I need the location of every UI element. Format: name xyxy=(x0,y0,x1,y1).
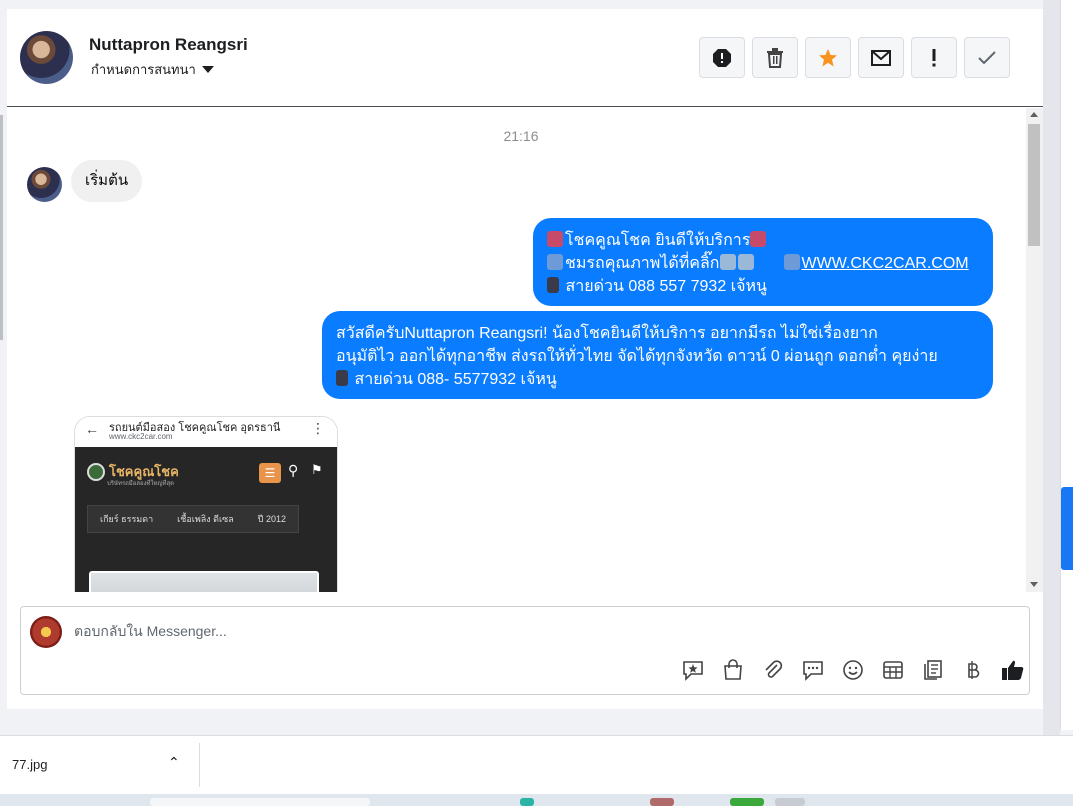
taskbar-app-icon[interactable] xyxy=(730,798,764,806)
left-edge xyxy=(0,115,3,340)
menu-icon: ☰ xyxy=(259,463,281,483)
play-emoji-icon xyxy=(547,254,563,270)
scroll-down-icon[interactable] xyxy=(1030,582,1038,587)
saved-reply-icon xyxy=(682,661,703,681)
message-scrollbar[interactable] xyxy=(1026,108,1043,592)
mark-done-button[interactable] xyxy=(964,37,1010,78)
spec-year: ปี 2012 xyxy=(257,514,286,524)
incoming-message[interactable]: เริ่มต้น xyxy=(71,160,143,202)
divider xyxy=(199,743,200,787)
baht-icon xyxy=(967,661,979,679)
reply-box xyxy=(20,606,1030,695)
taskbar-app-icon[interactable] xyxy=(520,798,534,806)
message-line: สายด่วน 088 557 7932 เจ้หนู xyxy=(565,278,767,295)
reply-input[interactable] xyxy=(74,618,674,644)
down-arrow-emoji-icon xyxy=(719,254,736,270)
emoji-button[interactable] xyxy=(836,656,869,684)
message-timestamp: 21:16 xyxy=(503,128,539,144)
right-side-panel xyxy=(1060,0,1073,730)
scroll-thumb[interactable] xyxy=(1028,124,1040,246)
star-button[interactable] xyxy=(805,37,851,78)
spec-fuel: เชื้อเพลิง ดีเซล xyxy=(177,514,234,524)
gift-emoji-icon xyxy=(750,231,767,247)
phone-emoji-icon xyxy=(547,277,559,293)
phone-emoji-icon xyxy=(336,370,348,386)
message-line: โชคคูณโชค ยินดีให้บริการ xyxy=(565,232,751,249)
spec-transmission: เกียร์ ธรรมดา xyxy=(100,514,154,524)
notes-icon xyxy=(923,660,942,680)
table-button[interactable] xyxy=(876,656,909,684)
message-line: อนุมัติไว ออกได้ทุกอาชีพ ส่งรถให้ทั่วไทย… xyxy=(336,348,938,365)
notes-button[interactable] xyxy=(916,656,949,684)
contact-avatar[interactable] xyxy=(20,31,73,84)
image-page-url: www.ckc2car.com xyxy=(109,432,173,441)
gift-emoji-icon xyxy=(547,231,563,247)
table-icon xyxy=(882,661,903,679)
star-icon xyxy=(819,48,837,66)
sender-avatar xyxy=(27,167,62,202)
page-avatar xyxy=(30,616,62,648)
delete-button[interactable] xyxy=(752,37,798,78)
page-edge xyxy=(1043,0,1060,806)
shop-bag-icon xyxy=(723,659,742,680)
shop-button[interactable] xyxy=(716,656,749,684)
caret-down-icon xyxy=(201,66,214,73)
follow-up-button[interactable] xyxy=(911,37,957,78)
message-line: ชมรถคุณภาพได้ที่คลิ๊ก xyxy=(565,255,720,272)
conversation-settings-label: กำหนดการสนทนา xyxy=(91,62,196,77)
header-actions xyxy=(699,37,1010,78)
attachment-icon xyxy=(764,660,782,678)
image-browser-bar: ← รถยนต์มือสอง โชคคูณโชค อุดรธานี www.ck… xyxy=(75,417,337,447)
conversation-settings[interactable]: กำหนดการสนทนา xyxy=(91,59,214,80)
search-icon: ⚲ xyxy=(288,462,299,478)
comment-icon xyxy=(802,661,823,681)
message-list[interactable]: 21:16 เริ่มต้น โชคคูณโชค ยินดีให้บริการ … xyxy=(7,108,1043,592)
outgoing-message[interactable]: โชคคูณโชค ยินดีให้บริการ ชมรถคุณภาพได้ที… xyxy=(533,218,993,306)
message-line: สายด่วน 088- 5577932 เจ้หนู xyxy=(354,371,557,388)
website-link[interactable]: WWW.CKC2CAR.COM xyxy=(802,255,969,272)
downloads-bar: 77.jpg ⌃ xyxy=(0,735,1073,794)
image-attachment[interactable]: ← รถยนต์มือสอง โชคคูณโชค อุดรธานี www.ck… xyxy=(74,416,338,592)
taskbar-app-icon[interactable] xyxy=(775,798,805,806)
mark-spam-button[interactable] xyxy=(699,37,745,78)
site-logo-subtext: บริษัทรถมือสองที่ใหญ่ที่สุด xyxy=(107,481,175,487)
contact-name[interactable]: Nuttapron Reangsri xyxy=(89,35,248,55)
exclamation-icon xyxy=(932,48,936,66)
message-line: สวัสดีครับNuttapron Reangsri! น้องโชคยิน… xyxy=(336,325,878,342)
play-emoji-icon xyxy=(783,254,800,270)
taskbar xyxy=(0,794,1073,806)
payment-button[interactable] xyxy=(956,656,989,684)
conversation-header: Nuttapron Reangsri กำหนดการสนทนา xyxy=(7,9,1043,107)
scroll-up-icon[interactable] xyxy=(1030,112,1038,117)
download-file-name[interactable]: 77.jpg xyxy=(12,757,47,772)
comment-button[interactable] xyxy=(796,656,829,684)
car-specs: เกียร์ ธรรมดา เชื้อเพลิง ดีเซล ปี 2012 xyxy=(87,505,299,533)
site-logo-icon xyxy=(87,463,105,481)
more-vertical-icon: ⋮ xyxy=(311,420,325,436)
side-tab[interactable] xyxy=(1061,487,1073,570)
back-arrow-icon: ← xyxy=(85,421,99,437)
mark-unread-button[interactable] xyxy=(858,37,904,78)
saved-reply-button[interactable] xyxy=(676,656,709,684)
like-button[interactable] xyxy=(996,656,1029,684)
conversation-panel: Nuttapron Reangsri กำหนดการสนทนา 21:16 เ… xyxy=(7,9,1043,709)
attach-button[interactable] xyxy=(756,656,789,684)
spam-icon xyxy=(713,48,731,67)
car-photo xyxy=(89,571,319,592)
trash-icon xyxy=(767,47,783,68)
outgoing-message[interactable]: สวัสดีครับNuttapron Reangsri! น้องโชคยิน… xyxy=(322,311,993,399)
reply-toolbar xyxy=(676,656,1029,684)
tag-icon: ⚑ xyxy=(311,462,323,477)
emoji-icon xyxy=(842,660,863,680)
chevron-up-icon[interactable]: ⌃ xyxy=(168,754,180,771)
taskbar-app-icon[interactable] xyxy=(650,798,674,806)
thumbs-up-icon xyxy=(1001,660,1023,680)
check-icon xyxy=(978,50,996,64)
envelope-icon xyxy=(871,49,891,66)
down-arrow-emoji-icon xyxy=(737,254,754,270)
image-site-content: โชคคูณโชค บริษัทรถมือสองที่ใหญ่ที่สุด ☰ … xyxy=(75,447,337,592)
taskbar-search[interactable] xyxy=(150,798,370,806)
